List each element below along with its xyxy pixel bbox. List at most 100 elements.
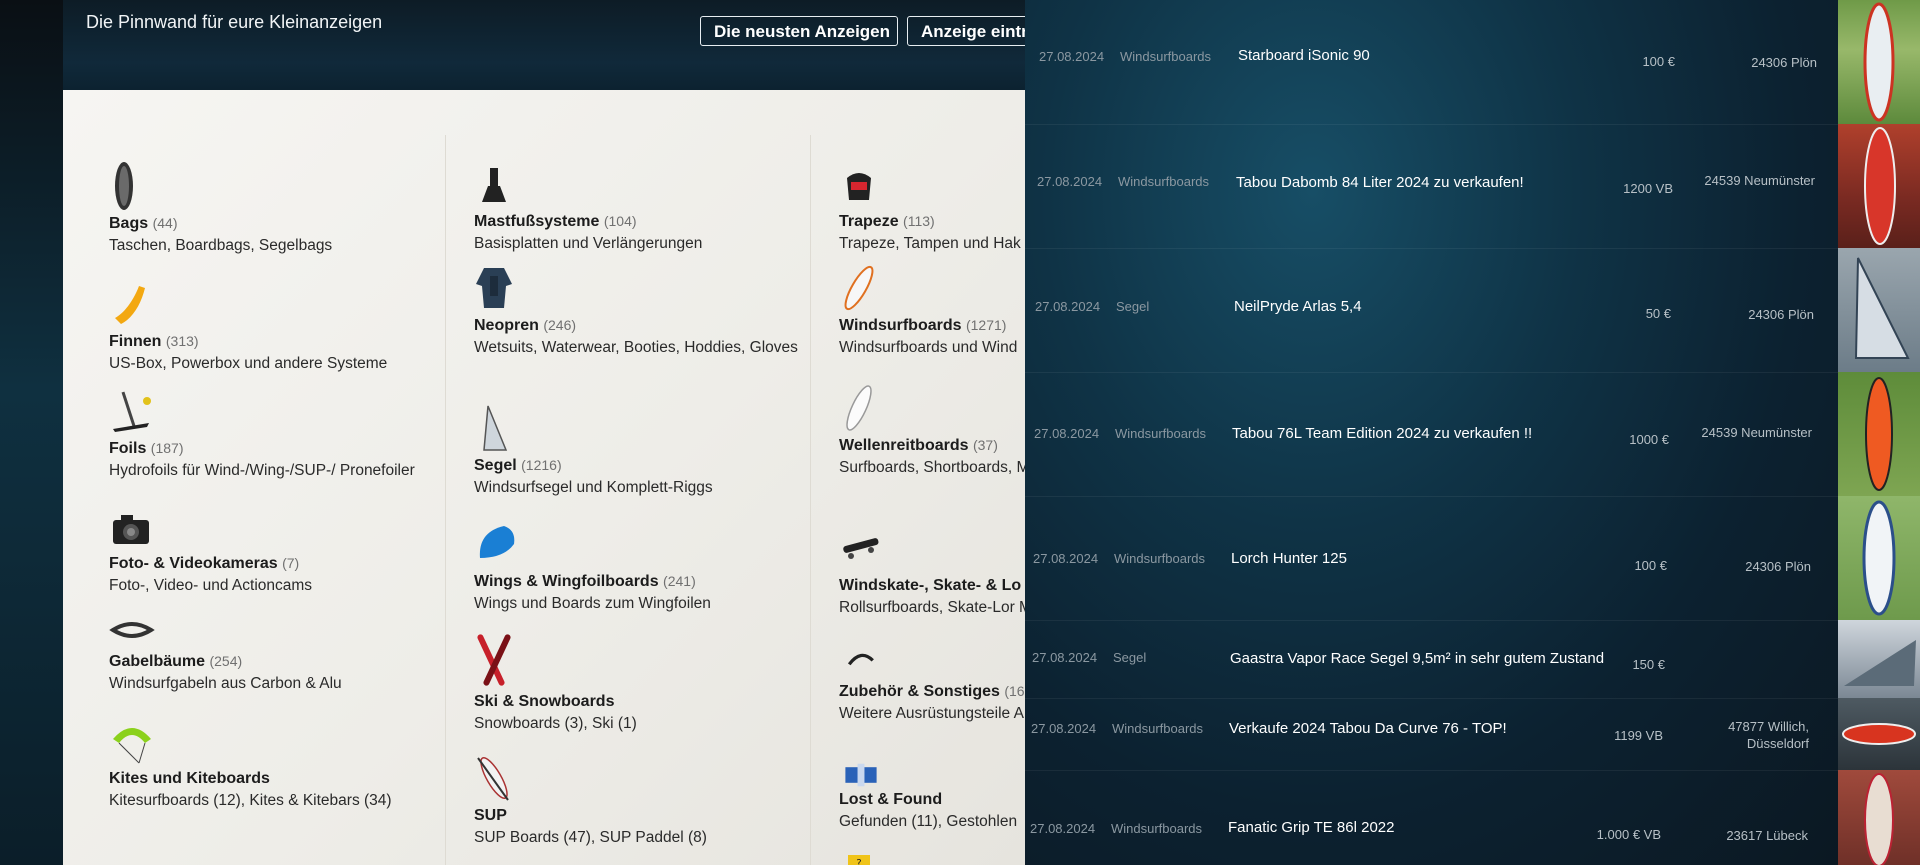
sail-icon <box>483 405 508 451</box>
listing-price: 1200 VB <box>1623 181 1673 196</box>
listing-date: 27.08.2024 <box>1030 821 1096 836</box>
category-name: Bags <box>109 215 149 232</box>
bag-icon <box>115 162 133 210</box>
listing-title: NeilPryde Arlas 5,4 <box>1234 298 1362 315</box>
category-count: (16 <box>1004 683 1025 699</box>
category-gabelbaeume[interactable]: Gabelbäume (254) Windsurfgabeln aus Carb… <box>109 598 449 694</box>
category-name: Trapeze <box>839 213 899 230</box>
category-sup[interactable]: SUP SUP Boards (47), SUP Paddel (8) <box>474 752 814 848</box>
site-tagline: Die Pinnwand für eure Kleinanzeigen <box>86 12 383 32</box>
harness-icon <box>847 173 871 200</box>
surfboard-icon <box>846 385 872 431</box>
listing-category: Windsurfboards <box>1114 551 1206 566</box>
category-description: Kitesurfboards (12), Kites & Kitebars (3… <box>109 792 392 809</box>
listing-price: 1199 VB <box>1614 728 1663 743</box>
category-trapeze[interactable]: Trapeze (113) Trapeze, Tampen und Hak <box>839 158 1038 254</box>
sup-icon <box>477 757 509 801</box>
listing-location: 24306 Plön <box>1748 307 1814 322</box>
listing-row[interactable]: 27.08.2024 Segel NeilPryde Arlas 5,4 50 … <box>1025 248 1845 373</box>
listing-location: 24306 Plön <box>1751 55 1817 70</box>
question-icon: ? <box>848 855 870 865</box>
left-background-strip <box>0 0 63 865</box>
category-name: Segel <box>474 457 517 474</box>
category-zubehoer-sonstiges[interactable]: Zubehör & Sonstiges (16 Weitere Ausrüstu… <box>839 646 1038 724</box>
category-wings[interactable]: Wings & Wingfoilboards (241) Wings und B… <box>474 518 814 614</box>
listing-category: Windsurfboards <box>1118 174 1210 189</box>
category-count: (7) <box>282 555 300 571</box>
category-count: (1271) <box>965 317 1007 333</box>
listing-row[interactable]: 27.08.2024 Windsurfboards Tabou 76L Team… <box>1025 372 1845 497</box>
windsurfboard-photo-icon <box>1864 127 1896 245</box>
listing-thumbnail[interactable] <box>1838 0 1920 124</box>
listing-date: 27.08.2024 <box>1034 426 1100 441</box>
category-description: Surfboards, Shortboards, Malibus, Longbo… <box>839 459 1038 476</box>
category-foto-videokameras[interactable]: Foto- & Videokameras (7) Foto-, Video- u… <box>109 500 449 596</box>
category-name: Foto- & Videokameras <box>109 555 278 572</box>
accessory-icon <box>847 653 874 666</box>
wetsuit-icon <box>476 268 512 308</box>
category-name: Finnen <box>109 333 162 350</box>
category-windskate[interactable]: Windskate-, Skate- & Lo Rollsurfboards, … <box>839 522 1038 618</box>
listing-category: Windsurfboards <box>1111 821 1203 836</box>
category-kites[interactable]: Kites und Kiteboards Kitesurfboards (12)… <box>109 715 449 811</box>
listing-thumbnail[interactable] <box>1838 620 1920 698</box>
category-description: Windsurfgabeln aus Carbon & Alu <box>109 675 342 692</box>
listing-thumbnail[interactable] <box>1838 698 1920 770</box>
category-mastfusssysteme[interactable]: Mastfußsysteme (104) Basisplatten und Ve… <box>474 158 814 254</box>
category-foils[interactable]: Foils (187) Hydrofoils für Wind-/Wing-/S… <box>109 385 449 481</box>
category-count: (254) <box>209 653 243 669</box>
category-name: Neopren <box>474 317 539 334</box>
listing-title: Lorch Hunter 125 <box>1231 550 1347 567</box>
listing-thumbnail[interactable] <box>1838 770 1920 865</box>
listing-title: Gaastra Vapor Race Segel 9,5m² in sehr g… <box>1230 650 1605 667</box>
category-description: US-Box, Powerbox und andere Systeme <box>109 355 388 372</box>
lostfound-icon <box>845 763 877 787</box>
category-name: Wings & Wingfoilboards <box>474 573 659 590</box>
windsurfboard-photo-icon <box>1862 500 1896 616</box>
listing-date: 27.08.2024 <box>1035 299 1101 314</box>
category-segel[interactable]: Segel (1216) Windsurfsegel und Komplett-… <box>474 402 814 498</box>
listing-thumbnail[interactable] <box>1838 372 1920 496</box>
listing-row[interactable]: 27.08.2024 Windsurfboards Tabou Dabomb 8… <box>1025 124 1845 249</box>
windsurfboard-photo-icon <box>1864 773 1894 865</box>
category-description: Basisplatten und Verlängerungen <box>474 235 703 252</box>
post-ad-button[interactable]: Anzeige eintra <box>907 16 1037 46</box>
listing-thumbnail[interactable] <box>1838 124 1920 248</box>
category-windsurfboards[interactable]: Windsurfboards (1271) Windsurfboards und… <box>839 262 1038 358</box>
windsurfboard-photo-icon <box>1842 723 1916 745</box>
category-ski-snowboards[interactable]: Ski & Snowboards Snowboards (3), Ski (1) <box>474 630 814 734</box>
listing-price: 50 € <box>1645 306 1671 321</box>
listing-thumbnail[interactable] <box>1838 248 1920 372</box>
listing-category: Windsurfboards <box>1112 721 1204 736</box>
category-description: Windsurfsegel und Komplett-Riggs <box>474 479 713 496</box>
category-neopren[interactable]: Neopren (246) Wetsuits, Waterwear, Booti… <box>474 262 814 358</box>
listing-date: 27.08.2024 <box>1037 174 1103 189</box>
category-panel: Bags (44) Taschen, Boardbags, Segelbags … <box>63 90 1038 865</box>
listing-price: 1.000 € VB <box>1596 827 1661 842</box>
listing-panel: 27.08.2024 Windsurfboards Starboard iSon… <box>1025 0 1845 865</box>
category-count: (313) <box>165 333 199 349</box>
svg-text:?: ? <box>856 858 861 865</box>
category-description: Foto-, Video- und Actioncams <box>109 577 313 594</box>
listing-row[interactable]: 27.08.2024 Windsurfboards Fanatic Grip T… <box>1025 770 1845 865</box>
foil-icon <box>113 391 151 432</box>
listing-location: 47877 Willich, Düsseldorf <box>1728 719 1809 751</box>
category-finnen[interactable]: Finnen (313) US-Box, Powerbox und andere… <box>109 278 449 374</box>
category-bags[interactable]: Bags (44) Taschen, Boardbags, Segelbags <box>109 160 449 256</box>
listing-category: Segel <box>1116 299 1150 314</box>
listing-row[interactable]: 27.08.2024 Windsurfboards Verkaufe 2024 … <box>1025 698 1845 771</box>
listing-row[interactable]: 27.08.2024 Segel Gaastra Vapor Race Sege… <box>1025 620 1845 699</box>
category-description: Snowboards (3), Ski (1) <box>474 715 637 732</box>
listing-price: 100 € <box>1642 54 1675 69</box>
category-count: (104) <box>603 213 637 229</box>
category-lost-found[interactable]: Lost & Found Gefunden (11), Gestohlen <box>839 762 1038 832</box>
listing-row[interactable]: 27.08.2024 Windsurfboards Starboard iSon… <box>1025 0 1845 125</box>
category-description: Wings und Boards zum Wingfoilen <box>474 595 711 612</box>
category-count: (187) <box>150 440 184 456</box>
fin-icon <box>115 286 145 324</box>
listing-thumbnail[interactable] <box>1838 496 1920 620</box>
category-wellenreitboards[interactable]: Wellenreitboards (37) Surfboards, Shortb… <box>839 382 1038 478</box>
skateboard-icon <box>843 538 879 559</box>
listing-row[interactable]: 27.08.2024 Windsurfboards Lorch Hunter 1… <box>1025 496 1845 621</box>
newest-ads-button[interactable]: Die neusten Anzeigen <box>700 16 898 46</box>
